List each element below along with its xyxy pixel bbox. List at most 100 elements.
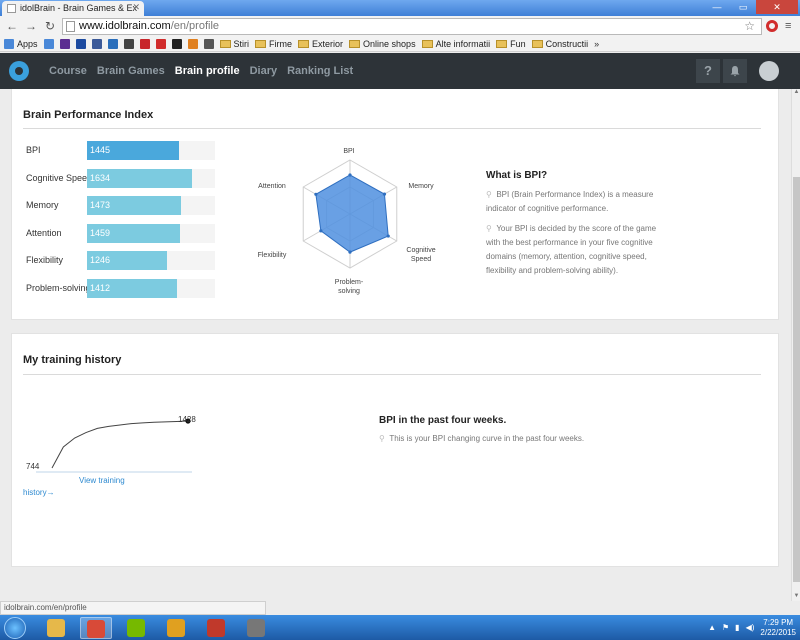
taskbar-chrome-icon[interactable] (80, 617, 112, 639)
bookmark-3[interactable] (75, 39, 86, 49)
bookmark-folder-1[interactable]: Firme (255, 39, 292, 49)
bookmark-favicon-icon (155, 39, 166, 49)
clock-date: 2/22/2015 (760, 627, 796, 637)
taskbar-m-app-icon[interactable] (240, 617, 272, 639)
bpi-row: Attention 1459 (26, 223, 216, 243)
clock[interactable]: 7:29 PM 2/22/2015 (760, 618, 796, 638)
radar-point (382, 192, 387, 196)
bookmark-8[interactable] (155, 39, 166, 49)
system-tray: ▲ ⚑ ▮ ◀) 7:29 PM 2/22/2015 (708, 615, 796, 640)
site-header: Course Brain Games Brain profile Diary Ranki… (0, 53, 800, 89)
bpi-row-label: Cognitive Speed (26, 172, 93, 183)
bookmark-folder-3[interactable]: Online shops (349, 39, 416, 49)
bpi-row-label: BPI (26, 145, 41, 155)
radar-label-bpi: BPI (343, 148, 355, 155)
bookmark-4[interactable] (91, 39, 102, 49)
idolbrain-logo-icon[interactable] (9, 61, 29, 81)
start-button[interactable] (4, 617, 26, 639)
pin-icon: ⚲ (486, 190, 492, 199)
nav-diary[interactable]: Diary (250, 65, 278, 77)
bookmark-10[interactable] (187, 39, 198, 49)
bpi-row-label: Problem-solving (26, 283, 91, 293)
history-info: BPI in the past four weeks. ⚲ This is yo… (379, 415, 639, 446)
nav-brain-games[interactable]: Brain Games (97, 65, 165, 77)
bookmark-star-icon[interactable]: ☆ (744, 19, 755, 33)
browser-tabbar: idolBrain - Brain Games & Ex ✕ — ▭ ✕ (0, 0, 800, 16)
bpi-row: Problem-solving 1412 (26, 279, 216, 298)
scroll-down-icon[interactable]: ▼ (793, 593, 800, 601)
bookmark-folder-label: Firme (269, 39, 293, 49)
browser-status-bar: idolbrain.com/en/profile (0, 601, 266, 615)
nav-ranking-list[interactable]: Ranking List (287, 65, 353, 77)
reload-icon[interactable]: ↻ (43, 19, 57, 33)
page-scrollbar[interactable]: ▲ ▼ (791, 89, 800, 601)
minimize-icon[interactable]: — (704, 0, 730, 14)
view-training-link[interactable]: View training (79, 476, 125, 485)
bookmark-7[interactable] (139, 39, 150, 49)
bookmark-folder-label: Fun (510, 39, 526, 49)
help-icon[interactable]: ? (696, 59, 720, 83)
bookmark-6[interactable] (123, 39, 134, 49)
browser-toolbar: ← → ↻ www.idolbrain.com/en/profile ☆ ≡ (0, 16, 800, 37)
folder-icon (255, 40, 267, 48)
notification-bell-icon[interactable] (723, 59, 747, 83)
network-icon[interactable]: ▮ (735, 623, 739, 632)
bookmark-1[interactable] (43, 39, 54, 49)
radar-label-flexibility: Flexibility (257, 252, 287, 259)
scrollbar-thumb[interactable] (793, 177, 800, 582)
bpi-bar-value: 1634 (90, 172, 111, 183)
more-bookmarks-icon[interactable]: » (594, 39, 599, 49)
browser-tab[interactable]: idolBrain - Brain Games & Ex ✕ (2, 1, 144, 16)
address-bar[interactable]: www.idolbrain.com/en/profile ☆ (62, 18, 762, 35)
bookmark-folder-5[interactable]: Fun (496, 39, 526, 49)
bpi-info-text-2: Your BPI is decided by the score of the … (486, 224, 657, 275)
pin-icon: ⚲ (379, 434, 385, 443)
page-favicon-icon (7, 4, 16, 13)
bpi-bar-value: 1445 (90, 145, 111, 155)
bookmark-2[interactable] (59, 39, 70, 49)
windows-taskbar: ▲ ⚑ ▮ ◀) 7:29 PM 2/22/2015 (0, 615, 800, 640)
window-close-icon[interactable]: ✕ (756, 0, 798, 14)
maximize-icon[interactable]: ▭ (730, 0, 756, 14)
history-info-title: BPI in the past four weeks. (379, 415, 639, 426)
tab-close-icon[interactable]: ✕ (132, 2, 140, 13)
bpi-bar-value: 1459 (90, 227, 111, 238)
bookmark-11[interactable] (203, 39, 214, 49)
taskbar-nvidia-icon[interactable] (120, 617, 152, 639)
nav-brain-profile[interactable]: Brain profile (175, 65, 240, 77)
forward-arrow-icon[interactable]: → (24, 19, 38, 33)
nav-course[interactable]: Course (49, 65, 87, 77)
bookmark-9[interactable] (171, 39, 182, 49)
history-link[interactable]: history→ (23, 488, 55, 497)
bookmark-favicon-icon (107, 39, 118, 49)
bookmark-folder-2[interactable]: Exterior (298, 39, 343, 49)
scroll-up-icon[interactable]: ▲ (793, 89, 800, 97)
tray-arrow-icon[interactable]: ▲ (708, 623, 716, 632)
radar-area (315, 174, 389, 253)
window-controls: — ▭ ✕ (704, 0, 798, 14)
folder-icon (349, 40, 361, 48)
extension-icon[interactable] (766, 20, 778, 32)
bpi-card-divider (23, 128, 761, 129)
bookmark-folder-0[interactable]: Stiri (219, 39, 250, 49)
bookmark-0[interactable]: Apps (4, 39, 38, 49)
bookmark-5[interactable] (107, 39, 118, 49)
radar-label-problem-solving: Problem-solving (334, 279, 364, 295)
menu-icon[interactable]: ≡ (785, 20, 791, 32)
pin-icon: ⚲ (486, 224, 492, 233)
bookmark-folder-label: Stiri (233, 39, 250, 49)
radar-point (348, 250, 352, 254)
avatar-icon[interactable] (759, 61, 779, 81)
taskbar-app-icon[interactable] (200, 617, 232, 639)
radar-point (386, 234, 390, 238)
back-arrow-icon[interactable]: ← (5, 19, 19, 33)
bookmark-folder-6[interactable]: Constructii (531, 39, 588, 49)
bpi-row-label: Memory (26, 200, 59, 211)
bpi-row: Flexibility 1246 (26, 251, 216, 271)
bookmark-folder-4[interactable]: Alte informatii (421, 39, 490, 49)
taskbar-explorer-icon[interactable] (40, 617, 72, 639)
bpi-info-para-2: ⚲ Your BPI is decided by the score of th… (486, 222, 661, 278)
flag-icon[interactable]: ⚑ (722, 623, 729, 632)
volume-icon[interactable]: ◀) (746, 623, 755, 632)
taskbar-app-icon[interactable] (160, 617, 192, 639)
